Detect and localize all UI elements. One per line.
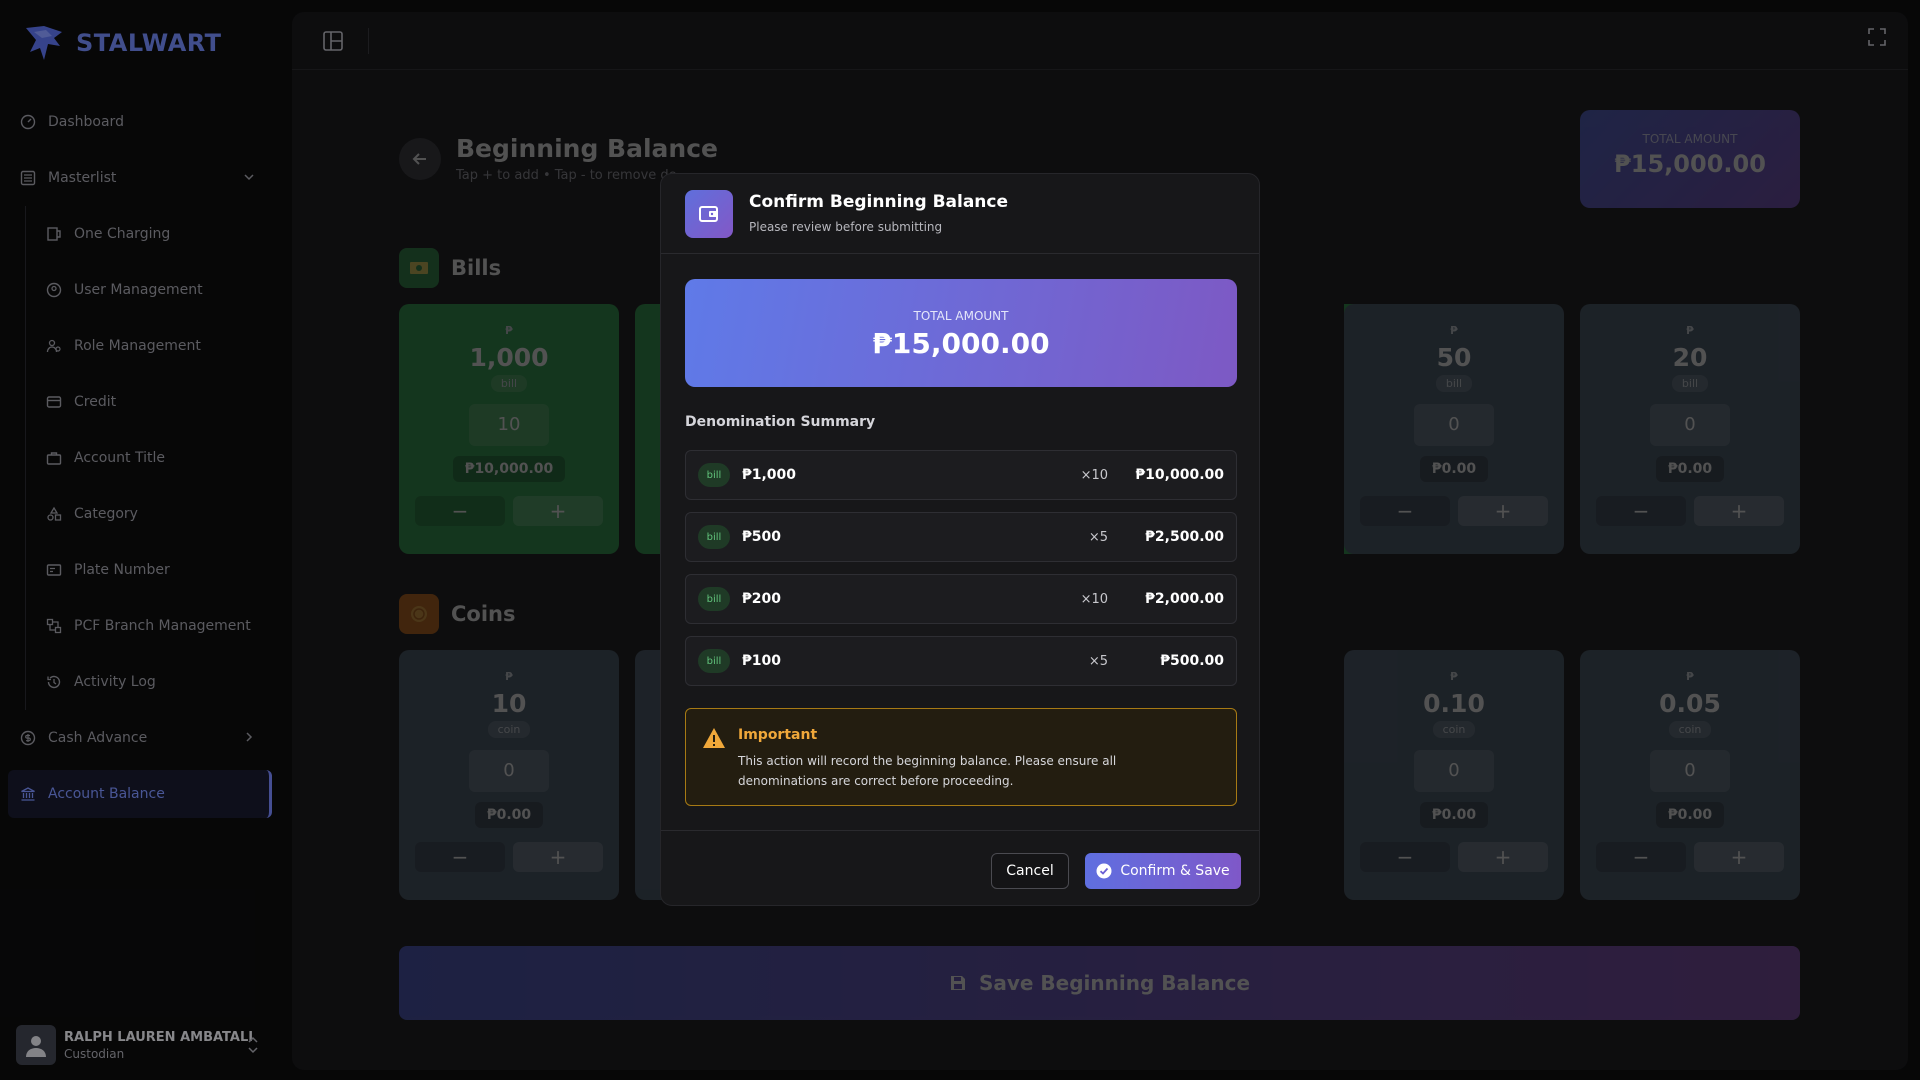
denom-qty: ×10 (1080, 467, 1108, 483)
denom-name: ₱200 (742, 591, 781, 607)
list-item: bill ₱500 ×5 ₱2,500.00 (685, 512, 1237, 562)
denom-badge: bill (698, 587, 730, 611)
notice-title: Important (738, 727, 818, 743)
modal-total-card: TOTAL AMOUNT ₱15,000.00 (685, 279, 1237, 387)
denom-amount: ₱2,500.00 (1145, 529, 1224, 545)
denom-amount: ₱10,000.00 (1135, 467, 1224, 483)
warning-icon (703, 728, 725, 748)
denom-qty: ×10 (1080, 591, 1108, 607)
list-item: bill ₱200 ×10 ₱2,000.00 (685, 574, 1237, 624)
denom-amount: ₱2,000.00 (1145, 591, 1224, 607)
confirm-save-button[interactable]: Confirm & Save (1085, 853, 1241, 889)
denom-name: ₱1,000 (742, 467, 797, 483)
list-item: bill ₱1,000 ×10 ₱10,000.00 (685, 450, 1237, 500)
denom-badge: bill (698, 525, 730, 549)
denom-amount: ₱500.00 (1160, 653, 1224, 669)
denom-qty: ×5 (1088, 529, 1108, 545)
confirm-modal: Confirm Beginning Balance Please review … (660, 173, 1260, 906)
list-item: bill ₱100 ×5 ₱500.00 (685, 636, 1237, 686)
modal-total-label: TOTAL AMOUNT (913, 309, 1009, 323)
denom-badge: bill (698, 649, 730, 673)
summary-title: Denomination Summary (685, 414, 876, 430)
modal-subtitle: Please review before submitting (749, 220, 943, 234)
check-circle-icon (1096, 863, 1112, 879)
wallet-icon (685, 190, 733, 238)
modal-footer: Cancel Confirm & Save (661, 830, 1259, 905)
important-notice: Important This action will record the be… (685, 708, 1237, 806)
confirm-save-label: Confirm & Save (1120, 863, 1230, 879)
app-root: STALWART Dashboard Masterlist One Chargi… (0, 0, 1920, 1080)
denom-name: ₱500 (742, 529, 781, 545)
cancel-button[interactable]: Cancel (991, 853, 1069, 889)
modal-total-value: ₱15,000.00 (872, 327, 1050, 360)
notice-text: This action will record the beginning ba… (738, 754, 1117, 788)
denom-name: ₱100 (742, 653, 781, 669)
modal-header: Confirm Beginning Balance Please review … (661, 174, 1259, 254)
modal-title: Confirm Beginning Balance (749, 192, 1009, 212)
denom-badge: bill (698, 463, 730, 487)
denomination-summary-list: bill ₱1,000 ×10 ₱10,000.00 bill ₱500 ×5 … (685, 450, 1237, 698)
denom-qty: ×5 (1088, 653, 1108, 669)
